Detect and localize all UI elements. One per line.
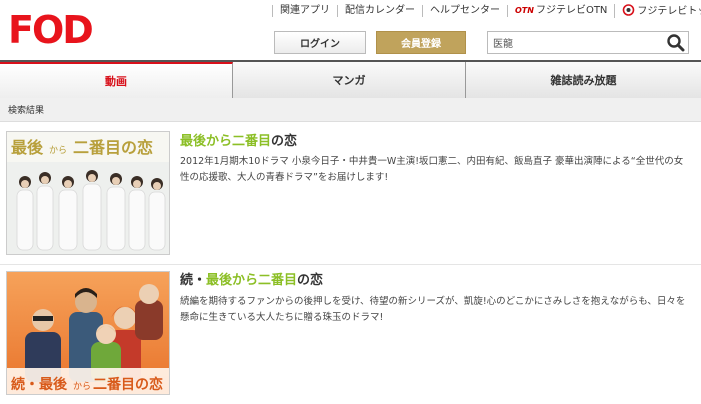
tab-magazine[interactable]: 雑誌読み放題 <box>466 62 701 98</box>
svg-text:から: から <box>73 381 91 392</box>
fod-logo[interactable]: FOD <box>8 9 94 49</box>
search-icon[interactable] <box>665 33 687 52</box>
search-input[interactable] <box>488 32 658 53</box>
fujitv-top-link[interactable]: フジテレビトップ <box>614 4 701 18</box>
result-thumbnail[interactable]: 続・最後 から 二番目の恋 <box>6 271 170 395</box>
results-label: 検索結果 <box>0 98 701 122</box>
related-apps-link[interactable]: 関連アプリ <box>272 5 337 17</box>
result-item: 最後 から 二番目の恋 最後から二番目の恋 2012年1月期木10ドラマ 小泉今… <box>0 122 701 265</box>
result-description: 2012年1月期木10ドラマ 小泉今日子・中井貴一W主演!坂口憲二、内田有紀、飯… <box>180 156 684 183</box>
login-button[interactable]: ログイン <box>274 31 366 54</box>
category-tabs: 動画 マンガ 雑誌読み放題 <box>0 60 701 98</box>
result-thumbnail[interactable]: 最後 から 二番目の恋 <box>6 131 170 255</box>
register-button[interactable]: 会員登録 <box>376 31 466 54</box>
schedule-calendar-link[interactable]: 配信カレンダー <box>337 5 422 17</box>
result-title[interactable]: 続・最後から二番目の恋 <box>180 269 323 288</box>
otn-badge: OTN <box>515 6 534 15</box>
result-title[interactable]: 最後から二番目の恋 <box>180 130 297 149</box>
fujitv-otn-link[interactable]: OTN フジテレビOTN <box>507 5 614 17</box>
svg-text:から: から <box>49 145 67 156</box>
tab-manga[interactable]: マンガ <box>233 62 466 98</box>
result-description: 続編を期待するファンからの後押しを受け、待望の新シリーズが、凱旋!心のどこかにさ… <box>180 296 686 323</box>
svg-text:FOD: FOD <box>8 9 92 49</box>
result-item: 続・最後 から 二番目の恋 続・最後から二番目の恋 続編を期待するファンからの後… <box>0 265 701 404</box>
svg-text:続・最後: 続・最後 <box>11 376 68 393</box>
search-box <box>487 31 689 54</box>
poster-image: 最後 から 二番目の恋 <box>7 132 169 254</box>
svg-text:二番目の恋: 二番目の恋 <box>73 138 153 157</box>
fujitv-eye-icon <box>623 4 635 16</box>
site-header: FOD 関連アプリ 配信カレンダー ヘルプセンター OTN フジテレビOTN フジ… <box>0 0 701 60</box>
help-center-link[interactable]: ヘルプセンター <box>422 5 507 17</box>
tab-video[interactable]: 動画 <box>0 62 233 98</box>
svg-text:二番目の恋: 二番目の恋 <box>93 376 163 393</box>
utility-links: 関連アプリ 配信カレンダー ヘルプセンター OTN フジテレビOTN フジテレビト… <box>272 3 701 19</box>
svg-text:最後: 最後 <box>11 138 44 157</box>
poster-image: 続・最後 から 二番目の恋 <box>7 272 169 394</box>
